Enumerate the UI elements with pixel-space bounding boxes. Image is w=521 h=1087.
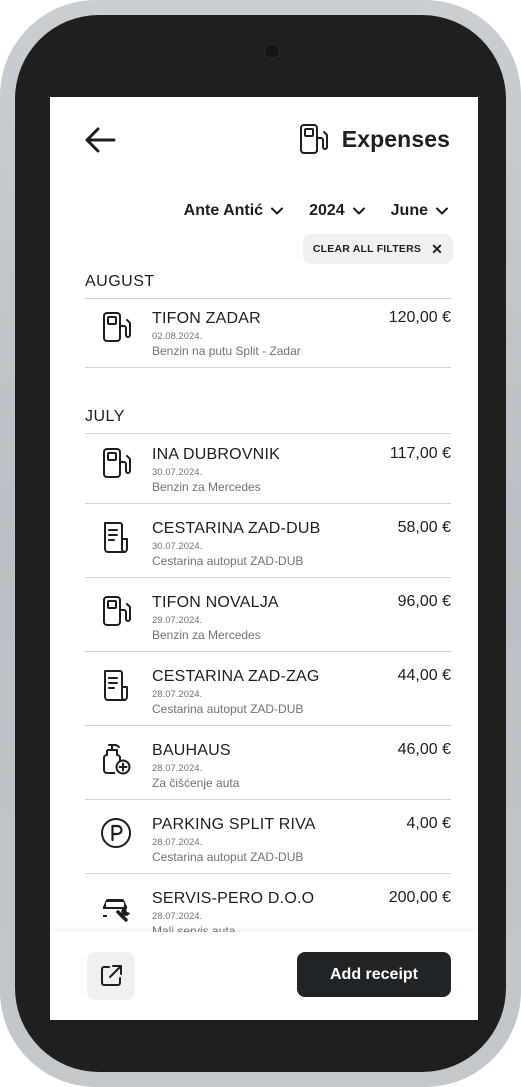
expense-note: Cestarina autoput ZAD-DUB bbox=[152, 702, 304, 716]
expense-row[interactable]: INA DUBROVNIK 30.07.2024. Benzin za Merc… bbox=[85, 434, 451, 504]
expense-amount: 46,00 € bbox=[397, 741, 451, 758]
merchant-name: CESTARINA ZAD-DUB bbox=[152, 520, 321, 537]
divider bbox=[85, 367, 451, 368]
expense-row[interactable]: TIFON ZADAR 02.08.2024. Benzin na putu S… bbox=[85, 298, 451, 368]
year-filter-dropdown[interactable]: 2024 bbox=[309, 202, 365, 220]
expense-row[interactable]: PARKING SPLIT RIVA 28.07.2024. Cestarina… bbox=[85, 804, 451, 874]
expense-note: Benzin za Mercedes bbox=[152, 480, 261, 494]
page-header: Expenses bbox=[298, 123, 450, 155]
bottom-action-bar: Add receipt bbox=[50, 932, 478, 1020]
divider bbox=[85, 503, 451, 504]
expense-date: 29.07.2024. bbox=[152, 615, 203, 626]
expense-amount: 44,00 € bbox=[397, 667, 451, 684]
expense-date: 28.07.2024. bbox=[152, 763, 203, 774]
expense-amount: 200,00 € bbox=[388, 889, 451, 906]
expense-row[interactable]: BAUHAUS 28.07.2024. Za čišćenje auta 46,… bbox=[85, 730, 451, 800]
clear-all-filters-label: CLEAR ALL FILTERS bbox=[312, 243, 422, 255]
expense-date: 30.07.2024. bbox=[152, 541, 203, 552]
divider bbox=[85, 651, 451, 652]
clear-all-filters-button[interactable]: CLEAR ALL FILTERS ✕ bbox=[302, 234, 453, 264]
external-link-icon bbox=[101, 965, 122, 986]
receipt-icon bbox=[104, 670, 128, 701]
expense-note: Benzin na putu Split - Zadar bbox=[152, 344, 301, 358]
month-header-august: AUGUST bbox=[85, 273, 155, 290]
fuel-pump-icon bbox=[103, 596, 131, 626]
app-screen: Expenses Ante Antić 2024 June CLEAR ALL … bbox=[50, 97, 478, 1020]
close-icon: ✕ bbox=[431, 241, 443, 257]
expense-date: 02.08.2024. bbox=[152, 331, 203, 342]
parking-icon bbox=[101, 818, 131, 848]
year-filter-label: 2024 bbox=[309, 202, 345, 219]
expense-date: 28.07.2024. bbox=[152, 689, 203, 700]
expense-note: Cestarina autoput ZAD-DUB bbox=[152, 850, 304, 864]
person-filter-label: Ante Antić bbox=[183, 202, 264, 219]
merchant-name: INA DUBROVNIK bbox=[152, 446, 280, 463]
month-filter-label: June bbox=[390, 202, 428, 219]
share-button[interactable] bbox=[87, 952, 135, 1000]
divider bbox=[85, 873, 451, 874]
arrow-left-icon bbox=[85, 127, 116, 153]
expense-row[interactable]: CESTARINA ZAD-ZAG 28.07.2024. Cestarina … bbox=[85, 656, 451, 726]
divider bbox=[85, 725, 451, 726]
divider bbox=[85, 577, 451, 578]
receipt-icon bbox=[104, 522, 128, 553]
cleaning-bottle-icon bbox=[103, 744, 131, 775]
fuel-pump-icon bbox=[103, 448, 131, 478]
expense-amount: 117,00 € bbox=[389, 445, 451, 462]
expense-note: Cestarina autoput ZAD-DUB bbox=[152, 554, 304, 568]
divider bbox=[85, 799, 451, 800]
back-button[interactable] bbox=[83, 125, 117, 155]
expense-note: Benzin za Mercedes bbox=[152, 628, 261, 642]
chevron-down-icon bbox=[436, 207, 448, 215]
merchant-name: TIFON ZADAR bbox=[152, 310, 261, 327]
page-title: Expenses bbox=[341, 125, 450, 152]
filter-bar: Ante Antić 2024 June bbox=[158, 202, 448, 220]
expense-date: 28.07.2024. bbox=[152, 837, 203, 848]
expense-row[interactable]: TIFON NOVALJA 29.07.2024. Benzin za Merc… bbox=[85, 582, 451, 652]
expense-row[interactable]: CESTARINA ZAD-DUB 30.07.2024. Cestarina … bbox=[85, 508, 451, 578]
fuel-pump-icon bbox=[103, 312, 131, 342]
merchant-name: PARKING SPLIT RIVA bbox=[152, 816, 316, 833]
front-camera bbox=[264, 43, 280, 59]
expense-amount: 4,00 € bbox=[406, 815, 451, 832]
expense-amount: 120,00 € bbox=[388, 309, 451, 326]
month-header-july: JULY bbox=[85, 408, 125, 425]
merchant-name: BAUHAUS bbox=[152, 742, 231, 759]
expense-amount: 58,00 € bbox=[397, 519, 451, 536]
merchant-name: TIFON NOVALJA bbox=[152, 594, 279, 611]
merchant-name: SERVIS-PERO D.O.O bbox=[152, 890, 315, 907]
month-filter-dropdown[interactable]: June bbox=[391, 202, 448, 220]
expense-amount: 96,00 € bbox=[397, 593, 451, 610]
fuel-pump-icon bbox=[299, 124, 328, 154]
expense-date: 28.07.2024. bbox=[152, 911, 203, 922]
expense-note: Za čišćenje auta bbox=[152, 776, 240, 790]
add-receipt-button[interactable]: Add receipt bbox=[297, 952, 451, 997]
expense-date: 30.07.2024. bbox=[152, 467, 203, 478]
chevron-down-icon bbox=[352, 207, 365, 215]
chevron-down-icon bbox=[271, 207, 284, 215]
person-filter-dropdown[interactable]: Ante Antić bbox=[183, 202, 284, 220]
car-service-icon bbox=[103, 898, 130, 922]
merchant-name: CESTARINA ZAD-ZAG bbox=[152, 668, 320, 685]
